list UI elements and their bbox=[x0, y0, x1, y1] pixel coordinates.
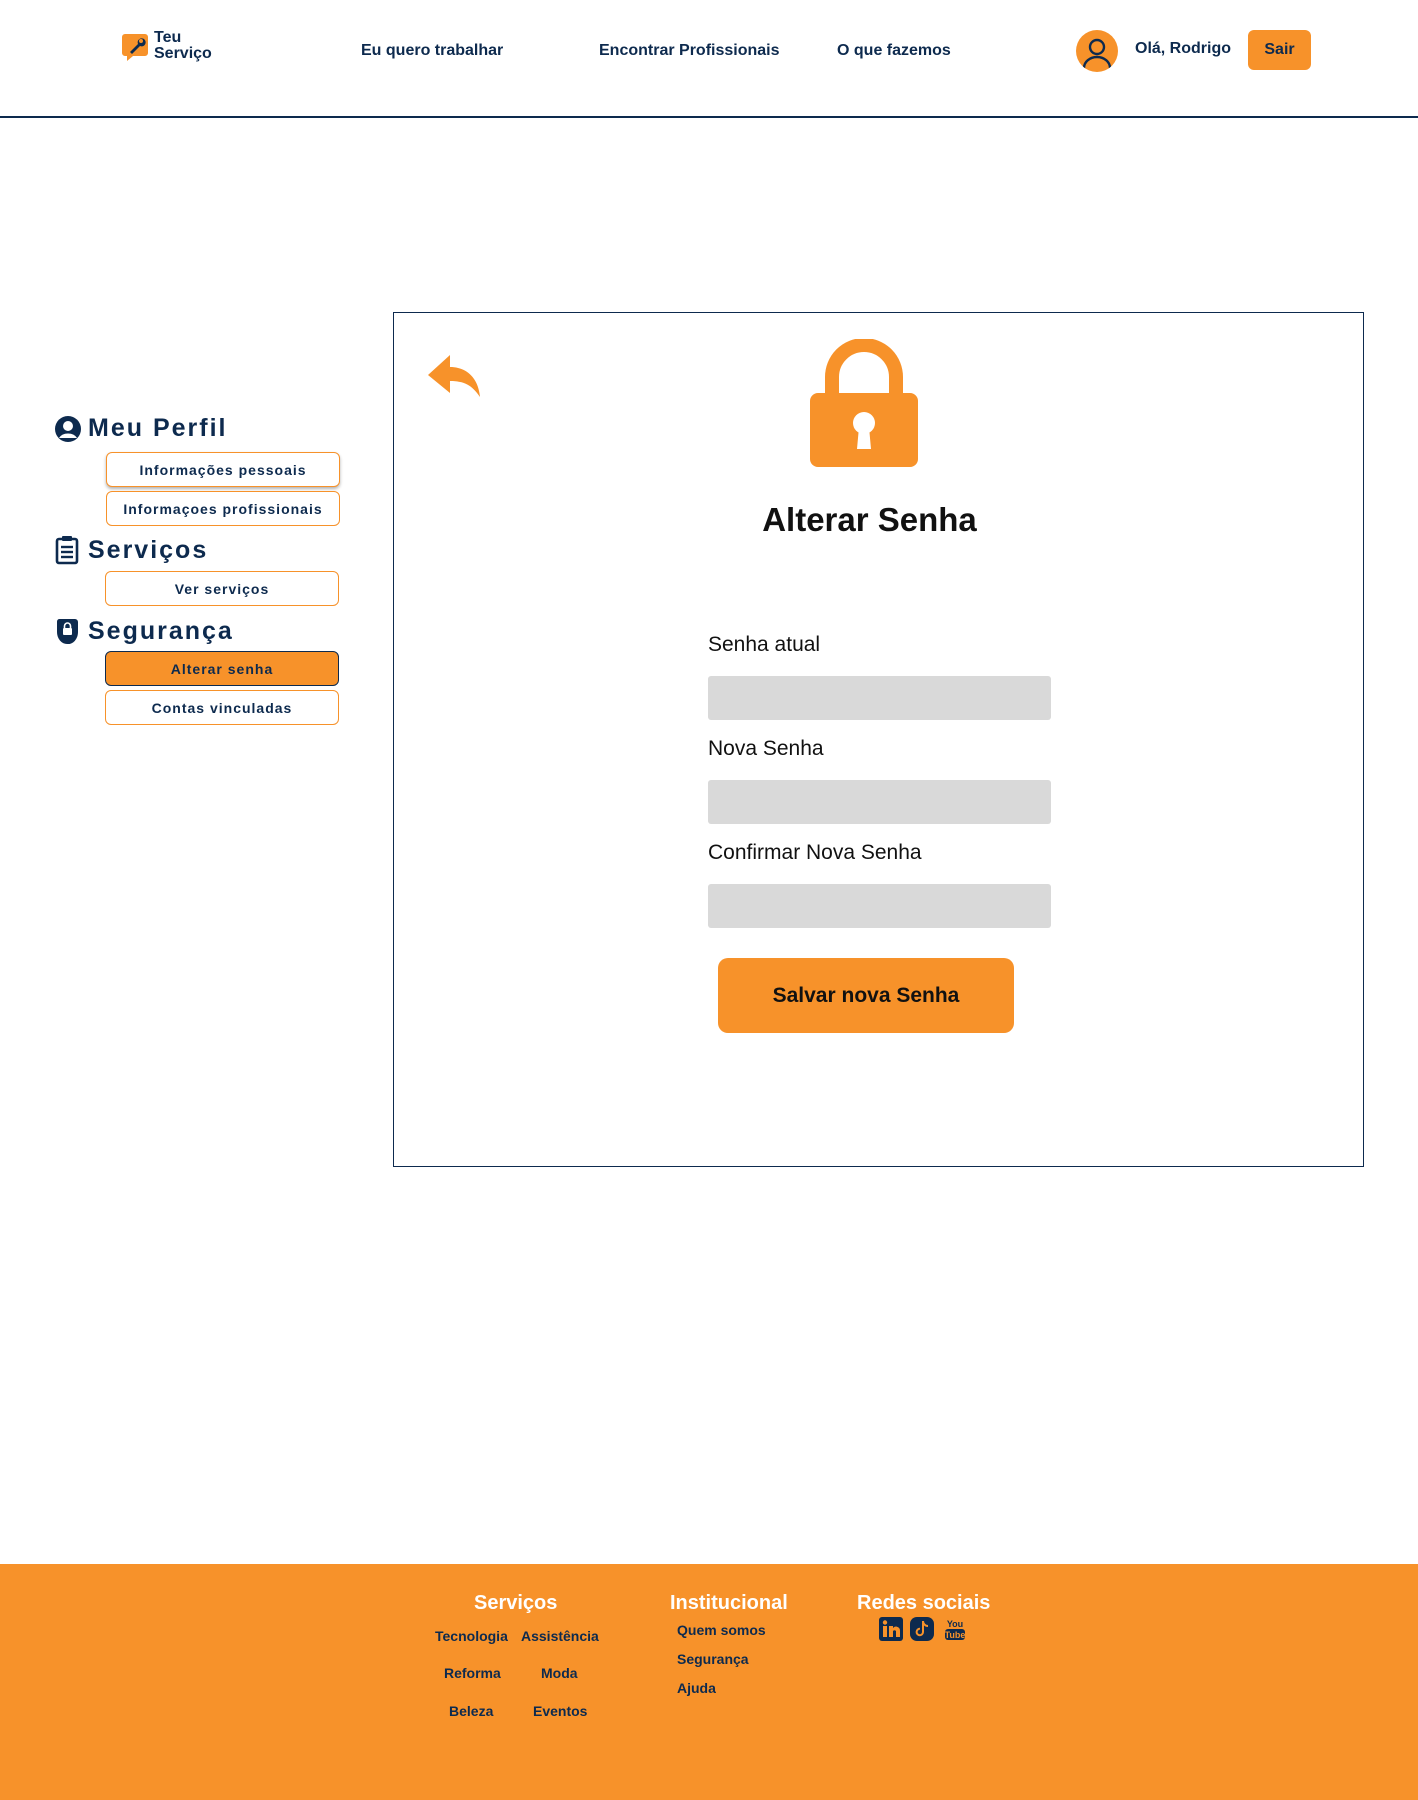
current-password-label: Senha atual bbox=[708, 633, 821, 656]
confirm-password-input[interactable] bbox=[708, 884, 1051, 928]
new-password-label: Nova Senha bbox=[708, 737, 824, 760]
footer-link-quem-somos[interactable]: Quem somos bbox=[677, 1622, 766, 1638]
wrench-logo-icon bbox=[122, 31, 150, 61]
page-title: Alterar Senha bbox=[762, 501, 977, 538]
footer-link-assistencia[interactable]: Assistência bbox=[521, 1628, 599, 1644]
footer-link-reforma[interactable]: Reforma bbox=[444, 1665, 501, 1681]
change-password-card: Alterar Senha Senha atual Nova Senha Con… bbox=[393, 312, 1364, 1167]
shield-lock-icon bbox=[56, 619, 79, 645]
footer-heading-redes-sociais: Redes sociais bbox=[857, 1592, 991, 1614]
footer-link-eventos[interactable]: Eventos bbox=[533, 1703, 587, 1719]
user-avatar-icon bbox=[1082, 38, 1112, 69]
current-password-input[interactable] bbox=[708, 676, 1051, 720]
footer-link-moda[interactable]: Moda bbox=[541, 1665, 578, 1681]
linkedin-icon[interactable] bbox=[878, 1616, 904, 1642]
nav-eu-quero-trabalhar[interactable]: Eu quero trabalhar bbox=[361, 42, 503, 60]
section-servicos: Serviços bbox=[54, 535, 208, 565]
nav-o-que-fazemos[interactable]: O que fazemos bbox=[837, 42, 951, 60]
footer-heading-institucional: Institucional bbox=[670, 1592, 788, 1614]
youtube-icon[interactable]: You Tube bbox=[942, 1616, 968, 1642]
svg-text:Tube: Tube bbox=[945, 1630, 966, 1640]
section-seguranca: Segurança bbox=[54, 616, 234, 646]
avatar[interactable] bbox=[1076, 30, 1118, 72]
section-meu-perfil: Meu Perfil bbox=[54, 414, 227, 443]
new-password-input[interactable] bbox=[708, 780, 1051, 824]
sidebar-item-contas-vinculadas[interactable]: Contas vinculadas bbox=[105, 690, 339, 725]
section-title-servicos: Serviços bbox=[88, 535, 209, 564]
sidebar-item-informacoes-profissionais[interactable]: Informaçoes profissionais bbox=[106, 491, 340, 526]
sidebar-item-informacoes-pessoais[interactable]: Informações pessoais bbox=[106, 452, 340, 487]
logo[interactable]: Teu Serviço bbox=[122, 30, 212, 62]
footer-link-ajuda[interactable]: Ajuda bbox=[677, 1680, 716, 1696]
footer: Serviços Tecnologia Assistência Reforma … bbox=[0, 1564, 1418, 1800]
footer-link-seguranca[interactable]: Segurança bbox=[677, 1651, 749, 1667]
sidebar-item-alterar-senha[interactable]: Alterar senha bbox=[105, 651, 339, 686]
user-greeting: Olá, Rodrigo bbox=[1135, 40, 1231, 57]
clipboard-icon bbox=[55, 536, 79, 565]
top-header: Teu Serviço Eu quero trabalhar Encontrar… bbox=[0, 0, 1418, 118]
padlock-icon bbox=[810, 338, 918, 467]
header-divider bbox=[0, 116, 1418, 118]
sidebar-item-ver-servicos[interactable]: Ver serviços bbox=[105, 571, 339, 606]
user-circle-icon bbox=[55, 415, 81, 442]
section-title-meu-perfil: Meu Perfil bbox=[88, 414, 228, 442]
tiktok-icon[interactable] bbox=[909, 1616, 935, 1642]
logo-text: Teu Serviço bbox=[154, 29, 212, 62]
section-title-seguranca: Segurança bbox=[88, 616, 234, 645]
confirm-password-label: Confirmar Nova Senha bbox=[708, 841, 922, 864]
svg-text:You: You bbox=[947, 1619, 963, 1629]
footer-link-beleza[interactable]: Beleza bbox=[449, 1703, 493, 1719]
nav-encontrar-profissionais[interactable]: Encontrar Profissionais bbox=[599, 42, 780, 60]
back-arrow-icon[interactable] bbox=[426, 351, 482, 403]
save-password-button[interactable]: Salvar nova Senha bbox=[718, 958, 1014, 1033]
footer-heading-servicos: Serviços bbox=[474, 1592, 558, 1614]
logout-button[interactable]: Sair bbox=[1248, 30, 1311, 70]
footer-link-tecnologia[interactable]: Tecnologia bbox=[435, 1628, 508, 1644]
